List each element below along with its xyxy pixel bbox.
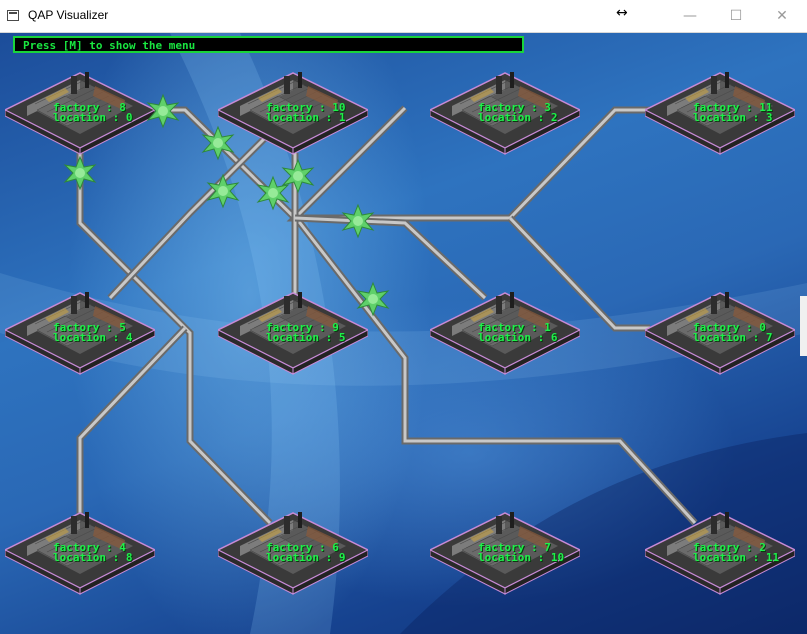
app-icon bbox=[7, 10, 19, 21]
factory-label: factory : 8 location : 0 bbox=[53, 102, 133, 124]
location-id-text: location : 4 bbox=[53, 331, 133, 344]
factory-tile[interactable]: factory : 5 location : 4 bbox=[5, 288, 155, 378]
factory-label: factory : 5 location : 4 bbox=[53, 322, 133, 344]
tree-icon bbox=[205, 173, 241, 209]
location-id-text: location : 0 bbox=[53, 111, 133, 124]
minimize-button[interactable]: — bbox=[667, 0, 713, 32]
visualizer-canvas[interactable]: Press [M] to show the menu factory : 8 lo… bbox=[0, 33, 807, 634]
location-id-text: location : 7 bbox=[693, 331, 773, 344]
title-bar: QAP Visualizer ↔ — ☐ ✕ bbox=[0, 0, 807, 33]
minimize-icon: — bbox=[683, 8, 697, 24]
factory-tile[interactable]: factory : 1 location : 6 bbox=[430, 288, 580, 378]
maximize-button[interactable]: ☐ bbox=[713, 0, 759, 32]
factory-label: factory : 7 location : 10 bbox=[478, 542, 565, 564]
tree-icon bbox=[200, 125, 236, 161]
factory-label: factory : 0 location : 7 bbox=[693, 322, 773, 344]
location-id-text: location : 3 bbox=[693, 111, 773, 124]
resize-horizontal-cursor-icon: ↔ bbox=[616, 5, 628, 21]
maximize-icon: ☐ bbox=[729, 8, 743, 24]
factory-tile[interactable]: factory : 8 location : 0 bbox=[5, 68, 155, 158]
location-id-text: location : 11 bbox=[693, 551, 780, 564]
location-id-text: location : 10 bbox=[478, 551, 565, 564]
window-edge bbox=[800, 296, 807, 356]
factory-label: factory : 11 location : 3 bbox=[693, 102, 773, 124]
factory-label: factory : 3 location : 2 bbox=[478, 102, 558, 124]
factory-label: factory : 4 location : 8 bbox=[53, 542, 133, 564]
location-id-text: location : 2 bbox=[478, 111, 558, 124]
tree-icon bbox=[355, 281, 391, 317]
location-id-text: location : 6 bbox=[478, 331, 558, 344]
tree-icon bbox=[145, 93, 181, 129]
tree-icon bbox=[340, 203, 376, 239]
window-title: QAP Visualizer bbox=[28, 8, 109, 22]
close-button[interactable]: ✕ bbox=[759, 0, 805, 32]
factory-tile[interactable]: factory : 9 location : 5 bbox=[218, 288, 368, 378]
factory-tile[interactable]: factory : 6 location : 9 bbox=[218, 508, 368, 598]
location-id-text: location : 8 bbox=[53, 551, 133, 564]
factory-tile[interactable]: factory : 2 location : 11 bbox=[645, 508, 795, 598]
tree-icon bbox=[280, 158, 316, 194]
location-id-text: location : 5 bbox=[266, 331, 346, 344]
factory-tile[interactable]: factory : 11 location : 3 bbox=[645, 68, 795, 158]
menu-hint-banner: Press [M] to show the menu bbox=[13, 36, 524, 53]
factory-label: factory : 10 location : 1 bbox=[266, 102, 346, 124]
factory-label: factory : 1 location : 6 bbox=[478, 322, 558, 344]
factory-tile[interactable]: factory : 3 location : 2 bbox=[430, 68, 580, 158]
tree-icon bbox=[62, 155, 98, 191]
factory-tile[interactable]: factory : 10 location : 1 bbox=[218, 68, 368, 158]
factory-label: factory : 2 location : 11 bbox=[693, 542, 780, 564]
location-id-text: location : 1 bbox=[266, 111, 346, 124]
factory-tile[interactable]: factory : 0 location : 7 bbox=[645, 288, 795, 378]
factory-label: factory : 6 location : 9 bbox=[266, 542, 346, 564]
close-icon: ✕ bbox=[776, 8, 788, 24]
location-id-text: location : 9 bbox=[266, 551, 346, 564]
factory-tile[interactable]: factory : 4 location : 8 bbox=[5, 508, 155, 598]
factory-tile[interactable]: factory : 7 location : 10 bbox=[430, 508, 580, 598]
factory-label: factory : 9 location : 5 bbox=[266, 322, 346, 344]
